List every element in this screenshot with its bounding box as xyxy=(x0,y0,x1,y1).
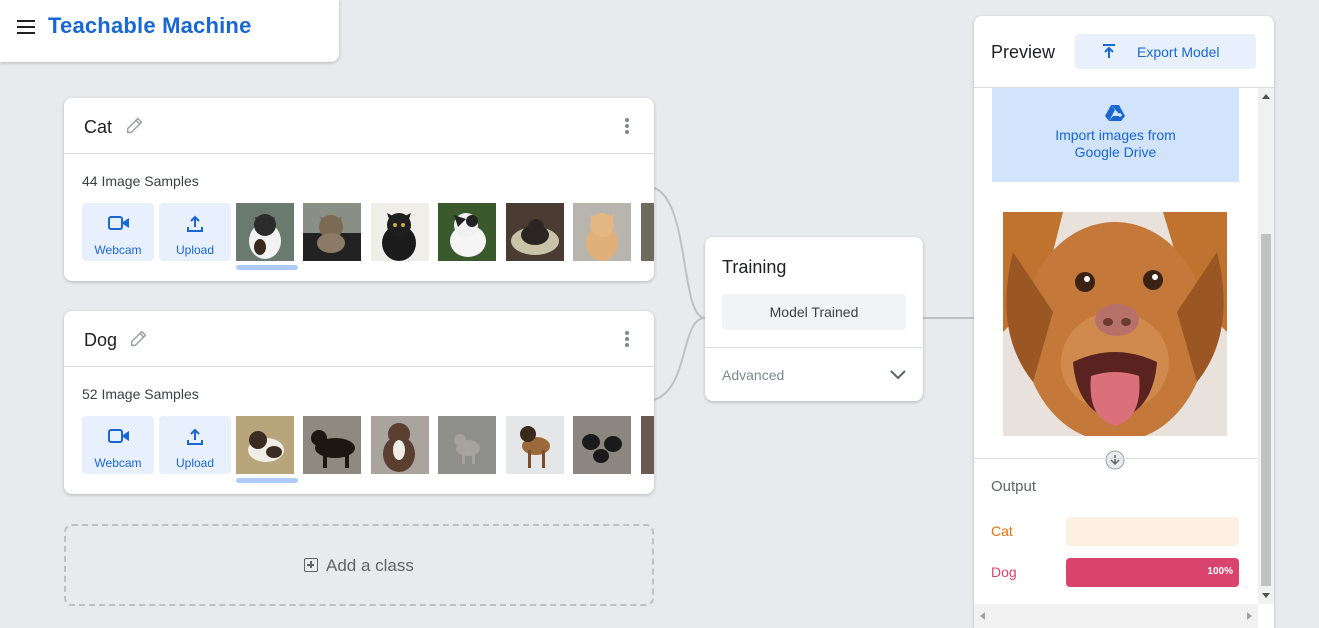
class-card-cat: Cat 44 Image Samples Webcam Upload xyxy=(64,98,654,281)
scroll-down-arrow[interactable] xyxy=(1262,593,1270,598)
upload-button[interactable]: Upload xyxy=(159,203,231,261)
sample-image[interactable] xyxy=(303,203,362,261)
class-card-dog: Dog 52 Image Samples Webcam Upload xyxy=(64,311,654,494)
import-label: Import images from Google Drive xyxy=(1055,127,1176,160)
sample-thumbnails xyxy=(236,416,654,474)
training-panel: Training Model Trained Advanced xyxy=(705,237,923,401)
preview-panel: Preview Export Model Import images from … xyxy=(974,16,1274,628)
scroll-up-arrow[interactable] xyxy=(1262,94,1270,99)
upload-label: Upload xyxy=(175,243,215,257)
export-label: Export Model xyxy=(1137,44,1220,60)
sample-image[interactable] xyxy=(640,203,654,261)
sample-count: 44 Image Samples xyxy=(82,173,199,189)
more-options-icon[interactable] xyxy=(624,331,630,349)
sample-image[interactable] xyxy=(573,203,632,261)
class-card-header: Cat xyxy=(64,98,654,154)
output-bar-dog: 100% xyxy=(1066,558,1239,587)
sample-image[interactable] xyxy=(505,203,564,261)
scroll-right-arrow[interactable] xyxy=(1247,612,1252,620)
preview-title: Preview xyxy=(991,42,1056,62)
add-class-label: Add a class xyxy=(326,556,414,575)
class-card-header: Dog xyxy=(64,311,654,367)
pencil-icon[interactable] xyxy=(128,327,150,349)
menu-icon[interactable] xyxy=(17,20,35,34)
output-percent-dog: 100% xyxy=(1207,566,1233,577)
scroll-left-arrow[interactable] xyxy=(980,612,985,620)
webcam-icon xyxy=(108,216,129,230)
sample-image[interactable] xyxy=(370,416,429,474)
sample-image[interactable] xyxy=(438,416,497,474)
upload-label: Upload xyxy=(175,456,215,470)
export-icon xyxy=(1103,44,1115,58)
sample-image[interactable] xyxy=(640,416,654,474)
webcam-button[interactable]: Webcam xyxy=(82,416,154,474)
sample-image[interactable] xyxy=(505,416,564,474)
pencil-icon[interactable] xyxy=(124,114,146,136)
sample-image[interactable] xyxy=(438,203,497,261)
import-google-drive-button[interactable]: Import images from Google Drive xyxy=(992,88,1239,182)
preview-image xyxy=(1003,212,1227,436)
sample-image[interactable] xyxy=(303,416,362,474)
sample-image[interactable] xyxy=(236,203,294,261)
output-label-cat: Cat xyxy=(991,523,1013,539)
class-name[interactable]: Cat xyxy=(84,117,112,138)
webcam-button[interactable]: Webcam xyxy=(82,203,154,261)
divider xyxy=(974,458,1264,459)
chevron-down-icon[interactable] xyxy=(889,368,907,380)
upload-icon xyxy=(187,428,203,445)
advanced-toggle[interactable]: Advanced xyxy=(722,367,784,383)
scrollbar-thumb[interactable] xyxy=(1261,234,1271,586)
more-options-icon[interactable] xyxy=(624,118,630,136)
thumbnail-scroll-indicator[interactable] xyxy=(236,478,298,483)
upload-button[interactable]: Upload xyxy=(159,416,231,474)
preview-header: Preview Export Model xyxy=(974,16,1274,88)
app-title[interactable]: Teachable Machine xyxy=(48,13,252,39)
webcam-icon xyxy=(108,429,129,443)
class-name[interactable]: Dog xyxy=(84,330,117,351)
webcam-label: Webcam xyxy=(94,243,142,257)
thumbnail-scroll-indicator[interactable] xyxy=(236,265,298,270)
training-title: Training xyxy=(722,257,787,277)
sample-count: 52 Image Samples xyxy=(82,386,199,402)
output-title: Output xyxy=(991,478,1037,495)
sample-image[interactable] xyxy=(573,416,632,474)
sample-image[interactable] xyxy=(236,416,294,474)
horizontal-scrollbar[interactable] xyxy=(974,604,1258,628)
divider xyxy=(705,347,923,348)
output-bar-cat xyxy=(1066,517,1239,546)
webcam-label: Webcam xyxy=(94,456,142,470)
add-class-button[interactable]: Add a class xyxy=(64,524,654,606)
google-drive-icon xyxy=(1105,105,1125,121)
sample-thumbnails xyxy=(236,203,654,261)
train-model-button[interactable]: Model Trained xyxy=(722,294,906,330)
arrow-down-icon xyxy=(1105,450,1125,470)
output-label-dog: Dog xyxy=(991,564,1017,580)
sample-image[interactable] xyxy=(370,203,429,261)
upload-icon xyxy=(187,215,203,232)
export-model-button[interactable]: Export Model xyxy=(1075,34,1256,69)
vertical-scrollbar[interactable] xyxy=(1258,88,1274,604)
add-box-icon xyxy=(304,558,318,572)
app-header: Teachable Machine xyxy=(0,0,339,62)
